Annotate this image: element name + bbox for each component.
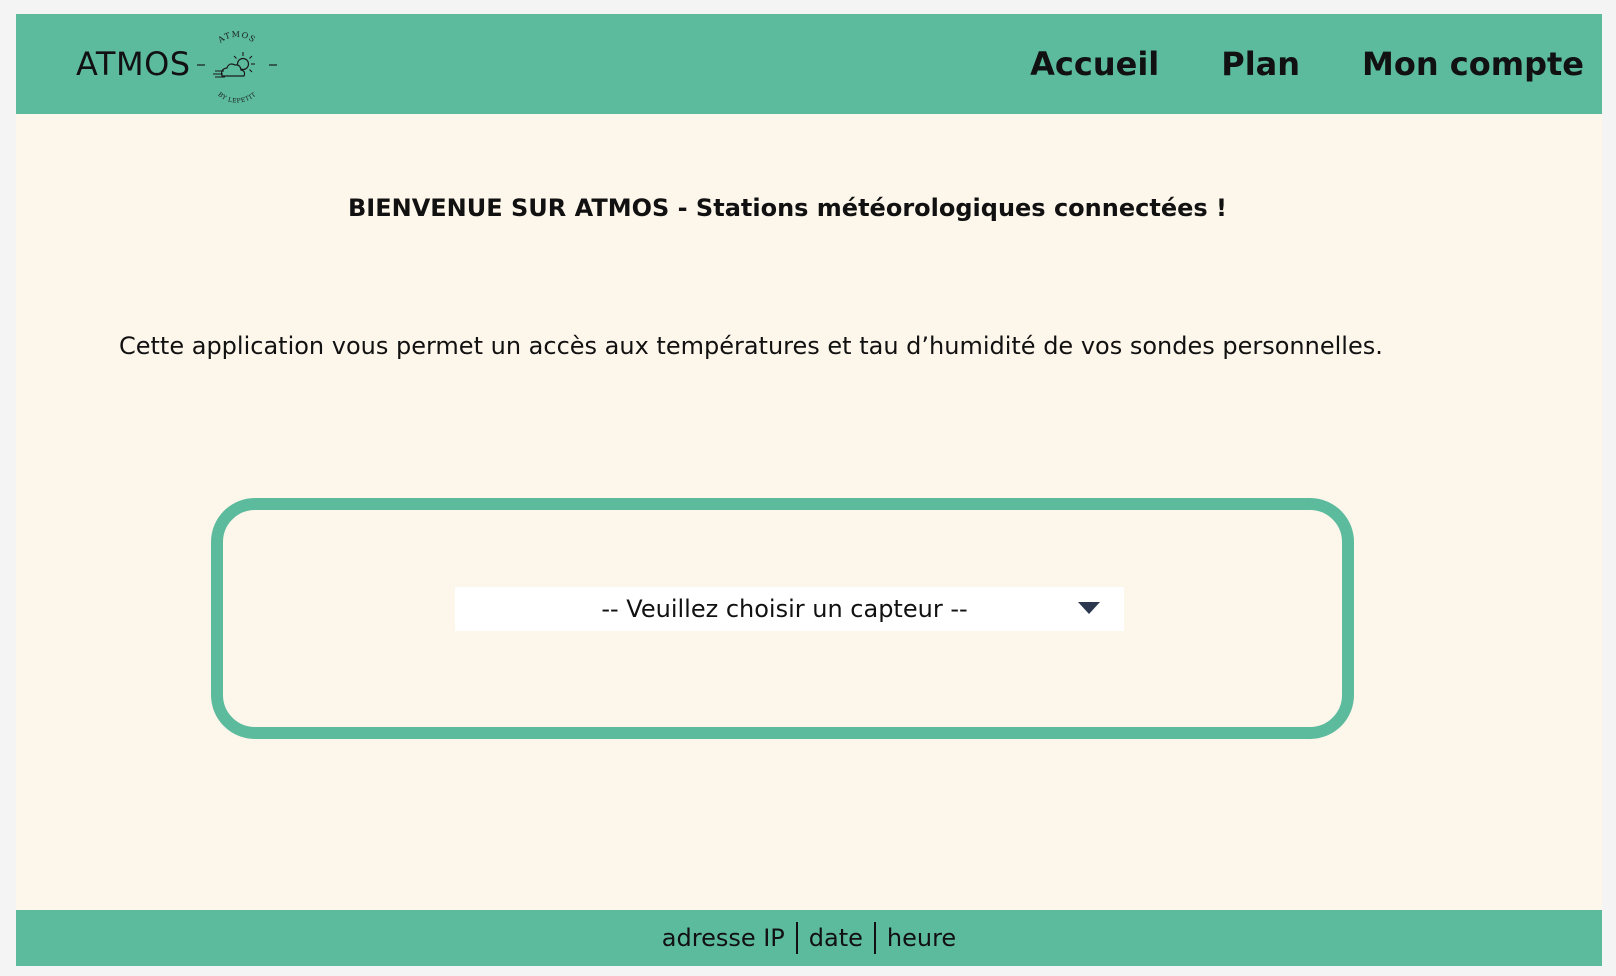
app-frame: ATMOS ATMOS BY LEPETIT Accueil Plan Mon … — [16, 14, 1602, 966]
logo-bottom-text: BY LEPETIT — [216, 91, 257, 105]
nav-item-accueil[interactable]: Accueil — [1030, 45, 1159, 83]
brand-name: ATMOS — [76, 45, 191, 83]
footer-date: date — [808, 924, 863, 952]
footer-divider — [795, 922, 798, 954]
svg-text:BY LEPETIT: BY LEPETIT — [216, 91, 257, 105]
footer-time: heure — [886, 924, 957, 952]
atmos-logo-icon: ATMOS BY LEPETIT — [196, 30, 277, 105]
svg-text:ATMOS: ATMOS — [215, 30, 257, 45]
sensor-selection-panel: -- Veuillez choisir un capteur -- — [211, 498, 1354, 739]
top-navbar: ATMOS ATMOS BY LEPETIT Accueil Plan Mon … — [16, 14, 1602, 114]
main-nav: Accueil Plan Mon compte — [968, 14, 1584, 114]
chevron-down-icon[interactable] — [1078, 602, 1100, 614]
status-footer: adresse IP date heure — [16, 910, 1602, 966]
footer-divider — [873, 922, 876, 954]
nav-item-mon-compte[interactable]: Mon compte — [1362, 45, 1584, 83]
welcome-title: BIENVENUE SUR ATMOS - Stations météorolo… — [348, 194, 1227, 222]
logo-top-text: ATMOS — [215, 30, 256, 45]
nav-item-plan[interactable]: Plan — [1221, 45, 1300, 83]
brand[interactable]: ATMOS ATMOS BY LEPETIT — [76, 14, 279, 114]
sensor-select-dropdown[interactable]: -- Veuillez choisir un capteur -- — [455, 587, 1124, 631]
sensor-select-value: -- Veuillez choisir un capteur -- — [601, 595, 968, 623]
intro-text: Cette application vous permet un accès a… — [119, 332, 1383, 360]
footer-ip: adresse IP — [661, 924, 785, 952]
